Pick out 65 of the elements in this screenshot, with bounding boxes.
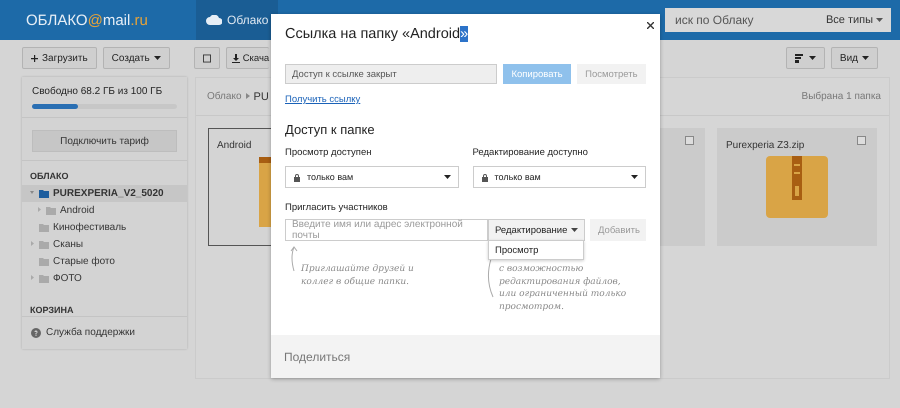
help-icon bbox=[31, 328, 41, 338]
lock-icon bbox=[293, 172, 301, 182]
file-tile[interactable]: Purexperia Z3.zip bbox=[717, 128, 877, 246]
arrow-icon bbox=[289, 245, 299, 273]
caret-icon bbox=[876, 18, 883, 22]
folder-tree-item[interactable]: Старые фото bbox=[22, 253, 187, 270]
folder-tree-item[interactable]: ФОТО bbox=[22, 270, 187, 287]
sort-icon bbox=[794, 54, 805, 62]
link-field[interactable]: Доступ к ссылке закрыт bbox=[285, 64, 498, 84]
caret-icon bbox=[631, 175, 638, 179]
selection-count: Выбрана 1 папка bbox=[802, 91, 881, 102]
caret-icon bbox=[154, 56, 161, 60]
storage-text: Свободно 68.2 ГБ из 100 ГБ bbox=[32, 86, 164, 97]
chevron-icon bbox=[246, 93, 250, 99]
hint-text: Приглашайте друзей и коллег в общие папки. bbox=[301, 263, 415, 288]
view-button[interactable]: Вид bbox=[830, 47, 878, 69]
file-name: Purexperia Z3.zip bbox=[726, 140, 804, 151]
nav-tab[interactable]: Облако bbox=[196, 0, 278, 40]
support-link[interactable]: Служба поддержки bbox=[31, 327, 178, 338]
caret-icon bbox=[444, 175, 450, 179]
breadcrumb-current: PU bbox=[254, 90, 269, 102]
download-icon bbox=[232, 54, 240, 62]
dialog-title: Ссылка на папку «Android» bbox=[285, 26, 470, 42]
caret-icon bbox=[808, 56, 816, 60]
access-select[interactable]: только вам bbox=[285, 166, 458, 188]
caret-icon bbox=[862, 56, 869, 60]
folder-tree-item[interactable]: Сканы bbox=[22, 236, 187, 253]
field-label: Пригласить участников bbox=[285, 202, 389, 213]
upload-button[interactable]: Загрузить bbox=[22, 47, 97, 69]
select-all-button[interactable] bbox=[194, 47, 220, 69]
checkbox[interactable] bbox=[857, 136, 866, 145]
checkbox-icon bbox=[202, 54, 211, 62]
cloud-icon bbox=[206, 15, 222, 25]
section-heading: Доступ к папке bbox=[285, 122, 376, 137]
checkbox[interactable] bbox=[685, 136, 694, 145]
plus-icon bbox=[31, 54, 38, 62]
section-heading: ОБЛАКО bbox=[29, 171, 70, 181]
caret-icon bbox=[571, 228, 578, 232]
type-filter[interactable]: Все типы bbox=[826, 14, 883, 26]
file-name: Android bbox=[217, 140, 252, 151]
expand-icon bbox=[30, 190, 34, 195]
share-tab[interactable]: Поделиться bbox=[284, 350, 350, 364]
folder-tree-item[interactable]: Android bbox=[22, 202, 187, 219]
get-link[interactable]: Получить ссылку bbox=[285, 94, 360, 105]
folder-tree-item[interactable]: PUREXPERIA_V2_5020 bbox=[22, 185, 187, 202]
search-field[interactable]: иск по Облаку Все типы bbox=[665, 8, 891, 32]
menu-item[interactable]: Просмотр bbox=[489, 241, 583, 259]
expand-icon bbox=[30, 241, 34, 246]
expand-icon bbox=[37, 207, 41, 212]
create-button[interactable]: Создать bbox=[102, 47, 170, 69]
section-heading[interactable]: КОРЗИНА bbox=[22, 305, 187, 315]
tariff-button[interactable]: Подключить тариф bbox=[32, 130, 177, 152]
expand-icon bbox=[30, 275, 34, 280]
download-button[interactable]: Скача bbox=[226, 47, 270, 69]
sort-button[interactable] bbox=[786, 47, 825, 69]
field-label: Редактирование доступно bbox=[472, 147, 589, 158]
folder-tree-item[interactable]: Кинофестиваль bbox=[22, 219, 187, 236]
logo[interactable]: ОБЛАКО@mail.ru bbox=[26, 12, 196, 28]
lock-icon bbox=[480, 172, 488, 182]
hint-text: с возможностью редактирования файлов, или ограниченный только просмотром. bbox=[499, 263, 628, 314]
access-select[interactable]: только вам bbox=[472, 166, 646, 188]
field-label: Просмотр доступен bbox=[285, 147, 372, 158]
role-select[interactable]: Редактирование bbox=[488, 219, 585, 241]
close-icon bbox=[647, 22, 654, 29]
zip-archive-icon bbox=[766, 156, 828, 218]
